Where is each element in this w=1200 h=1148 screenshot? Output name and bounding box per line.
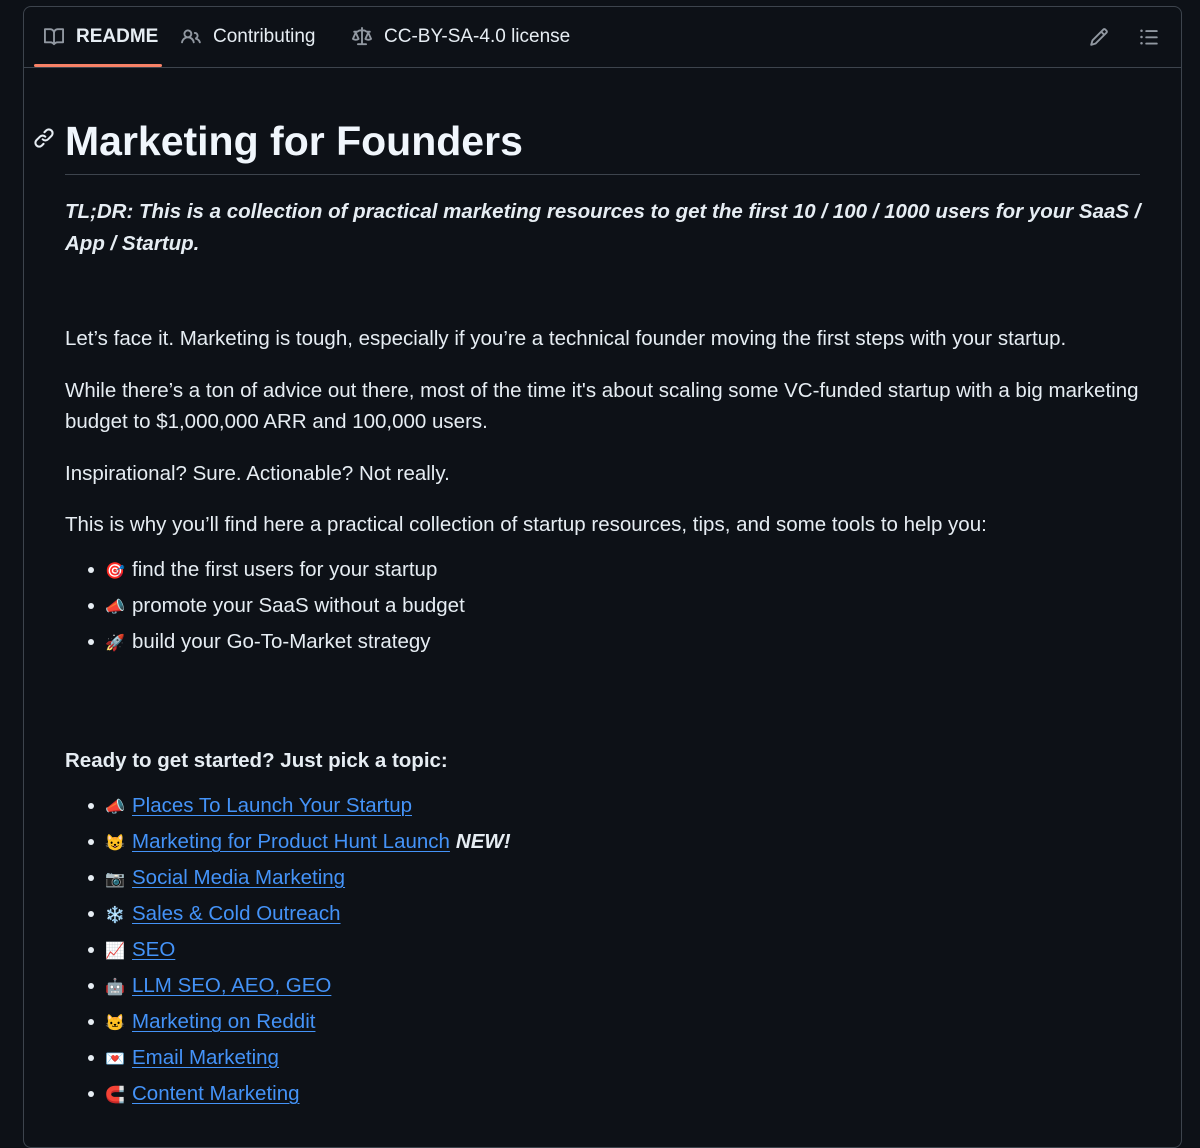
fox-icon: 🐱 (105, 1015, 125, 1032)
megaphone-icon: 📣 (105, 599, 125, 616)
list-item-text: promote your SaaS without a budget (132, 594, 465, 617)
pencil-icon (1090, 28, 1108, 46)
topic-link-seo[interactable]: SEO (132, 938, 175, 961)
inspirational-paragraph: Inspirational? Sure. Actionable? Not rea… (65, 462, 450, 485)
book-icon (44, 28, 64, 46)
readme-box: README Contributing CC-BY-SA-4.0 license (23, 6, 1182, 1148)
list-item: 🤖 LLM SEO, AEO, GEO (65, 968, 511, 1004)
love-letter-icon: 💌 (105, 1051, 125, 1068)
topics-list: 📣 Places To Launch Your Startup 😺 Marketin… (65, 788, 511, 1112)
topic-link-reddit[interactable]: Marketing on Reddit (132, 1010, 315, 1033)
tab-label: README (76, 26, 159, 47)
rocket-icon: 🚀 (105, 635, 125, 652)
target-icon: 🎯 (105, 563, 125, 580)
megaphone-icon: 📣 (105, 799, 125, 816)
active-tab-indicator (34, 64, 162, 67)
topic-link-llm-seo[interactable]: LLM SEO, AEO, GEO (132, 974, 331, 997)
title-divider (65, 174, 1140, 175)
readme-title: Marketing for Founders (65, 118, 523, 164)
list-item: 📣 promote your SaaS without a budget (65, 588, 465, 624)
magnet-icon: 🧲 (105, 1087, 125, 1104)
people-icon (181, 29, 201, 44)
list-item: 💌 Email Marketing (65, 1040, 511, 1076)
list-item: 🧲 Content Marketing (65, 1076, 511, 1112)
cat-icon: 😺 (105, 835, 125, 852)
list-item: 📷 Social Media Marketing (65, 860, 511, 896)
outline-button[interactable] (1135, 23, 1163, 51)
list-item: 📣 Places To Launch Your Startup (65, 788, 511, 824)
tab-license[interactable]: CC-BY-SA-4.0 license (352, 7, 570, 67)
list-item: 🐱 Marketing on Reddit (65, 1004, 511, 1040)
snowflake-icon: ❄️ (105, 907, 125, 924)
camera-icon: 📷 (105, 871, 125, 888)
tab-label: CC-BY-SA-4.0 license (384, 26, 571, 47)
tab-contributing[interactable]: Contributing (181, 7, 315, 67)
list-item: 🚀 build your Go-To-Market strategy (65, 624, 465, 660)
topic-link-content[interactable]: Content Marketing (132, 1082, 300, 1105)
robot-icon: 🤖 (105, 979, 125, 996)
topic-link-sales-outreach[interactable]: Sales & Cold Outreach (132, 902, 341, 925)
scale-icon (352, 27, 372, 46)
list-item-text: find the first users for your startup (132, 558, 438, 581)
intro-paragraph: Let’s face it. Marketing is tough, espec… (65, 327, 1067, 350)
list-item: ❄️ Sales & Cold Outreach (65, 896, 511, 932)
tldr-text: TL;DR: This is a collection of practical… (65, 200, 1141, 255)
list-item: 😺 Marketing for Product Hunt Launch NEW! (65, 824, 511, 860)
benefits-list: 🎯 find the first users for your startup 📣… (65, 552, 465, 660)
edit-file-button[interactable] (1085, 23, 1113, 51)
list-item: 📈 SEO (65, 932, 511, 968)
topics-heading: Ready to get started? Just pick a topic: (65, 749, 448, 772)
chart-increasing-icon: 📈 (105, 943, 125, 960)
tab-readme[interactable]: README (44, 7, 158, 67)
advice-paragraph: While there’s a ton of advice out there,… (65, 379, 1139, 433)
list-icon (1140, 29, 1158, 45)
purpose-paragraph: This is why you’ll find here a practical… (65, 513, 987, 536)
list-item: 🎯 find the first users for your startup (65, 552, 465, 588)
new-badge: NEW! (455, 830, 511, 853)
tab-label: Contributing (213, 26, 316, 47)
topic-link-email[interactable]: Email Marketing (132, 1046, 279, 1069)
link-icon[interactable] (33, 127, 55, 149)
topic-link-places-to-launch[interactable]: Places To Launch Your Startup (132, 794, 412, 817)
topic-link-product-hunt[interactable]: Marketing for Product Hunt Launch (132, 830, 450, 853)
readme-tab-bar: README Contributing CC-BY-SA-4.0 license (24, 7, 1181, 68)
topic-link-social-media[interactable]: Social Media Marketing (132, 866, 345, 889)
list-item-text: build your Go-To-Market strategy (132, 630, 431, 653)
